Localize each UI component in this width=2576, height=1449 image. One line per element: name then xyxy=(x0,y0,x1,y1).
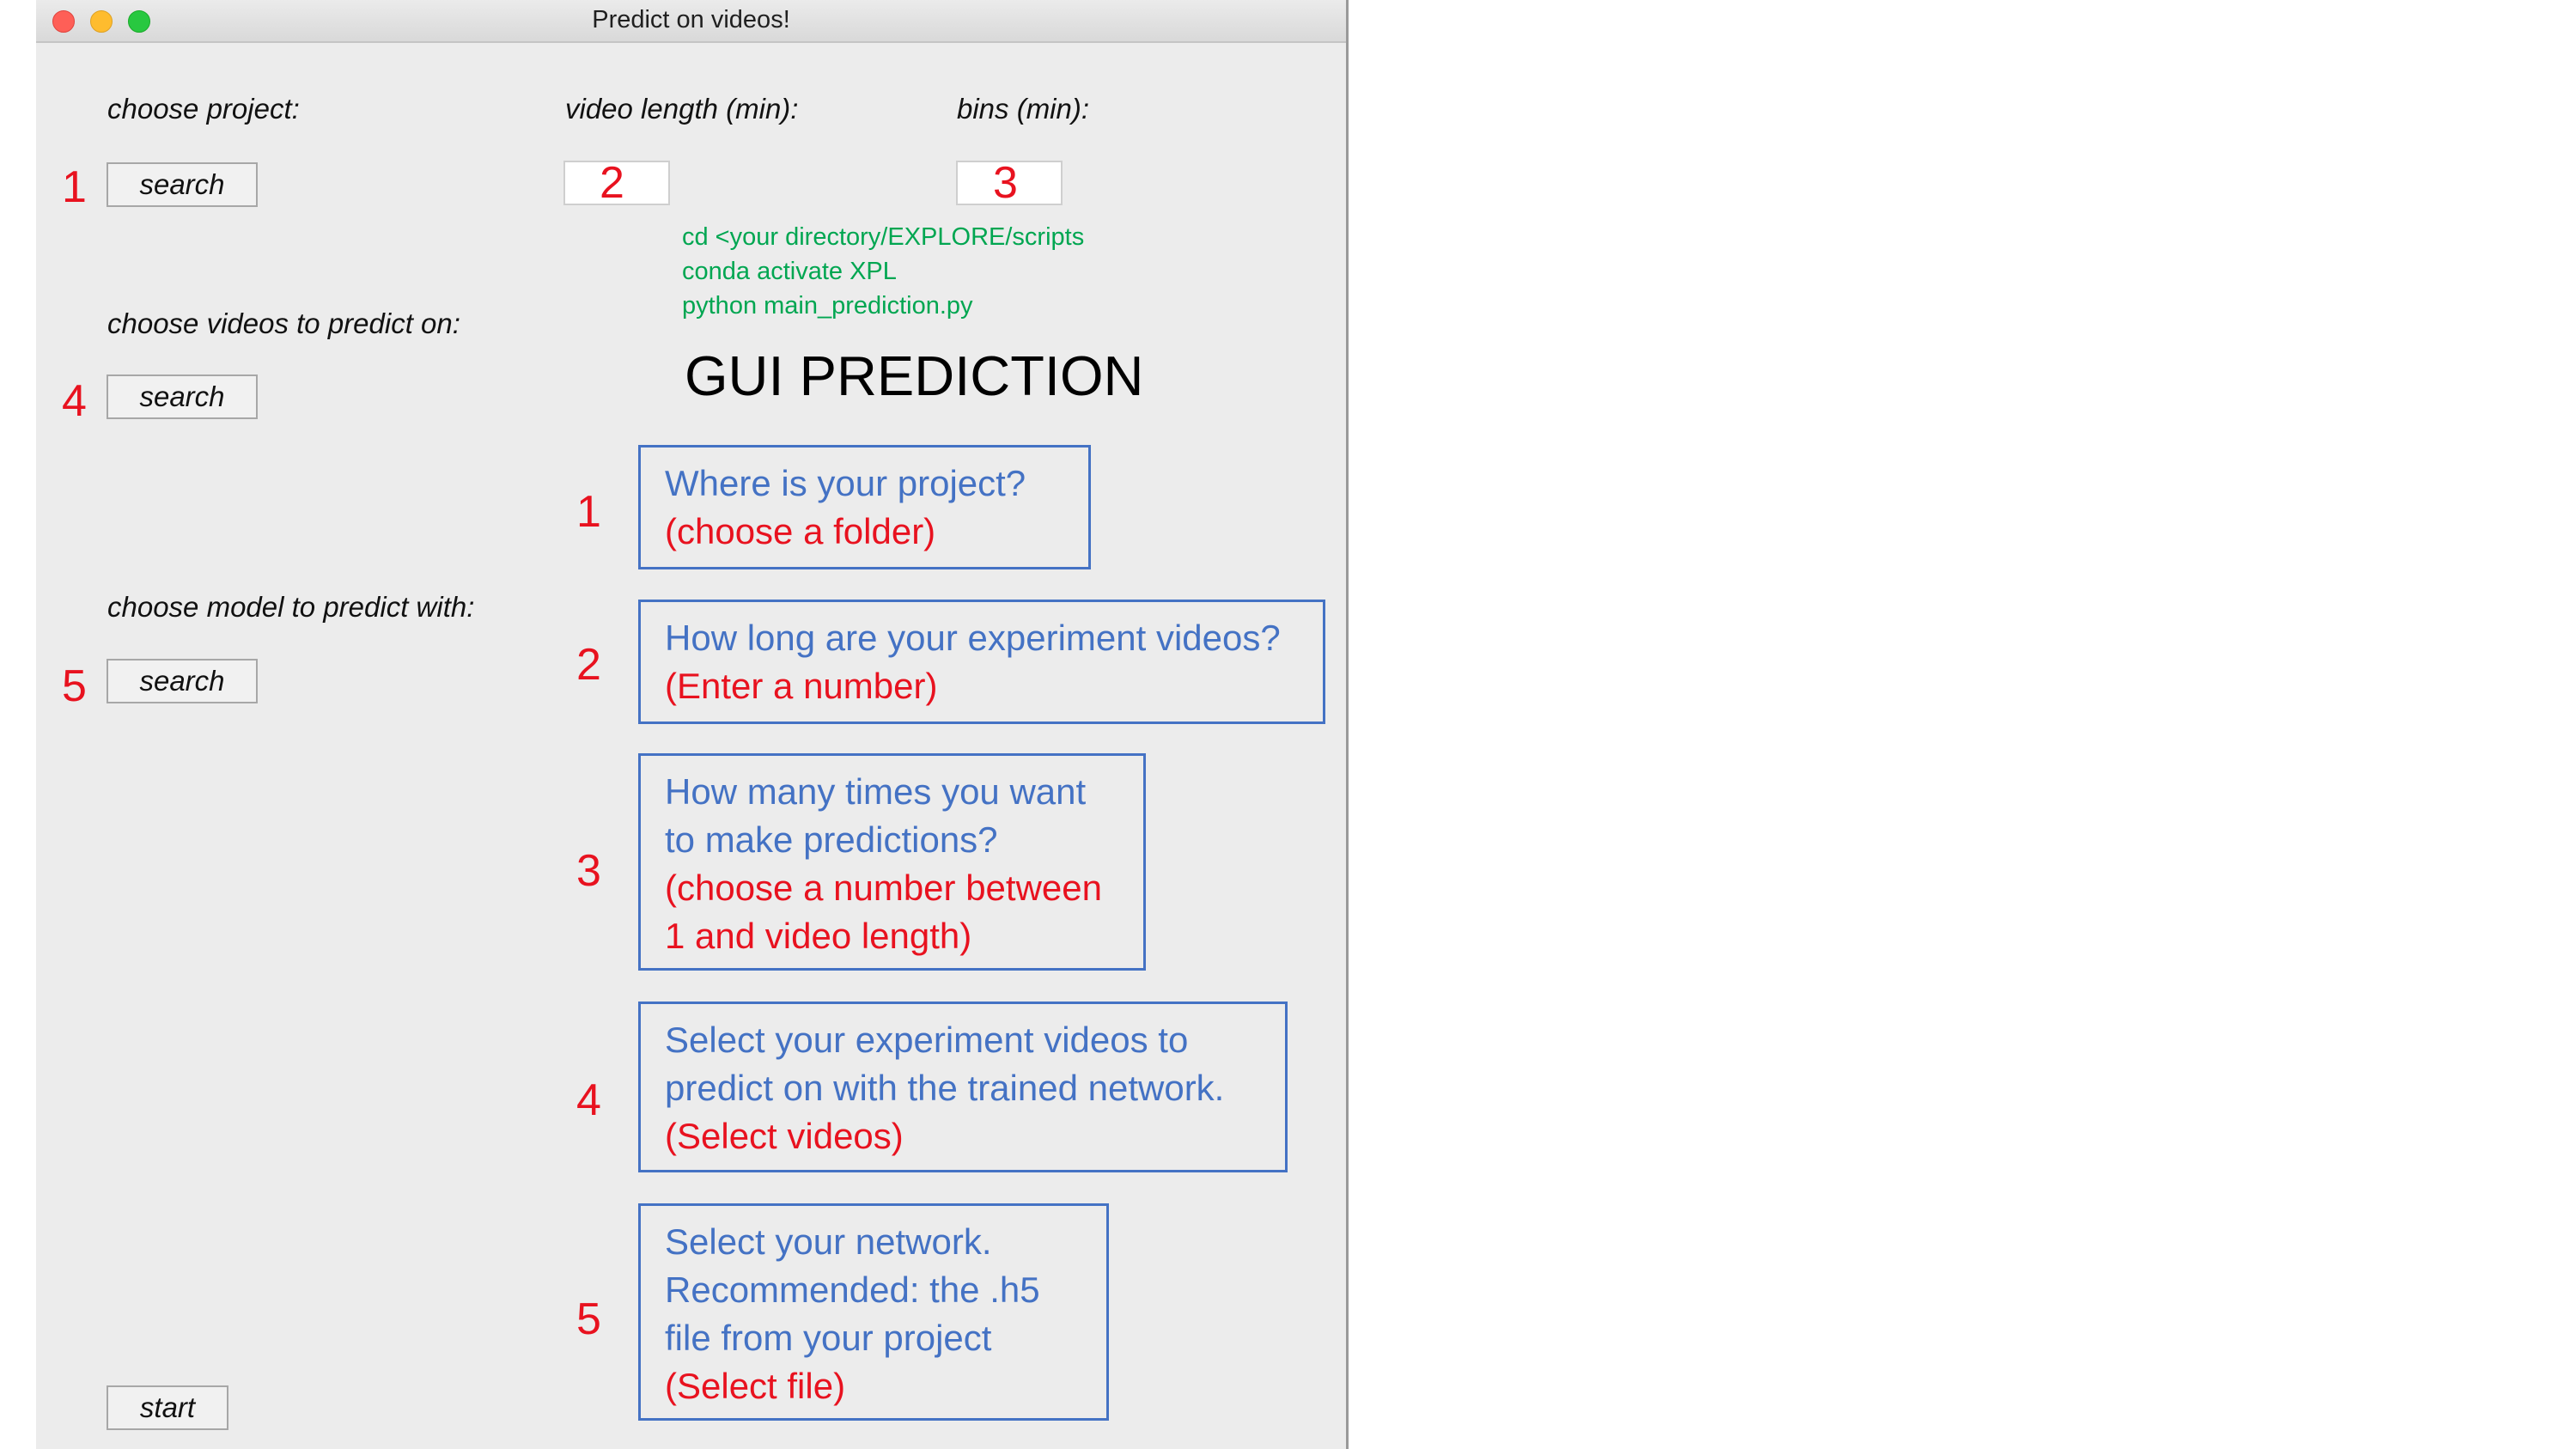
annotation-number-3: 3 xyxy=(993,158,1018,208)
box-number-5: 5 xyxy=(576,1294,601,1344)
command-line-conda: conda activate XPL xyxy=(682,258,897,285)
bins-label: bins (min): xyxy=(957,93,1090,125)
box-text: Where is your project? xyxy=(665,463,1026,503)
annotation-box-videos: Select your experiment videos to predict… xyxy=(638,1002,1288,1172)
box-number-2: 2 xyxy=(576,640,601,690)
annotation-box-project: Where is your project? (choose a folder) xyxy=(638,445,1091,569)
gui-prediction-heading: GUI PREDICTION xyxy=(685,344,1144,407)
box-hint: (Enter a number) xyxy=(665,666,938,706)
box-text: Recommended: the .h5 xyxy=(665,1269,1040,1310)
box-text: to make predictions? xyxy=(665,819,998,860)
command-line-cd: cd <your directory/EXPLORE/scripts xyxy=(682,223,1085,251)
box-hint: (choose a number between xyxy=(665,868,1102,908)
annotation-number-2: 2 xyxy=(600,158,624,208)
video-length-label: video length (min): xyxy=(565,93,799,125)
app-window: Predict on videos! choose project: video… xyxy=(36,0,1349,1449)
choose-videos-label: choose videos to predict on: xyxy=(107,307,460,339)
box-text: Select your experiment videos to xyxy=(665,1020,1189,1060)
search-project-button[interactable]: search xyxy=(107,162,258,207)
box-text: predict on with the trained network. xyxy=(665,1068,1225,1108)
choose-project-label: choose project: xyxy=(107,93,300,125)
box-number-1: 1 xyxy=(576,487,601,537)
box-number-4: 4 xyxy=(576,1075,601,1125)
box-hint: 1 and video length) xyxy=(665,916,972,956)
annotation-number-4: 4 xyxy=(62,376,87,426)
box-hint: (Select videos) xyxy=(665,1116,904,1156)
choose-model-label: choose model to predict with: xyxy=(107,591,475,623)
box-hint: (choose a folder) xyxy=(665,511,936,551)
window-title: Predict on videos! xyxy=(592,6,790,33)
box-hint: (Select file) xyxy=(665,1366,846,1406)
annotation-box-bins: How many times you want to make predicti… xyxy=(638,753,1146,971)
box-number-3: 3 xyxy=(576,846,601,896)
annotation-box-video-length: How long are your experiment videos? (En… xyxy=(638,600,1325,724)
box-text: How long are your experiment videos? xyxy=(665,618,1281,658)
command-line-python: python main_prediction.py xyxy=(682,292,973,320)
annotation-box-network: Select your network. Recommended: the .h… xyxy=(638,1203,1109,1421)
annotation-number-1: 1 xyxy=(62,162,87,212)
start-button[interactable]: start xyxy=(107,1385,228,1430)
search-model-button[interactable]: search xyxy=(107,659,258,703)
box-text: Select your network. xyxy=(665,1221,992,1262)
box-text: How many times you want xyxy=(665,771,1087,812)
annotation-number-5: 5 xyxy=(62,661,87,711)
title-bar: Predict on videos! xyxy=(36,0,1346,43)
search-videos-button[interactable]: search xyxy=(107,374,258,419)
box-text: file from your project xyxy=(665,1318,992,1358)
